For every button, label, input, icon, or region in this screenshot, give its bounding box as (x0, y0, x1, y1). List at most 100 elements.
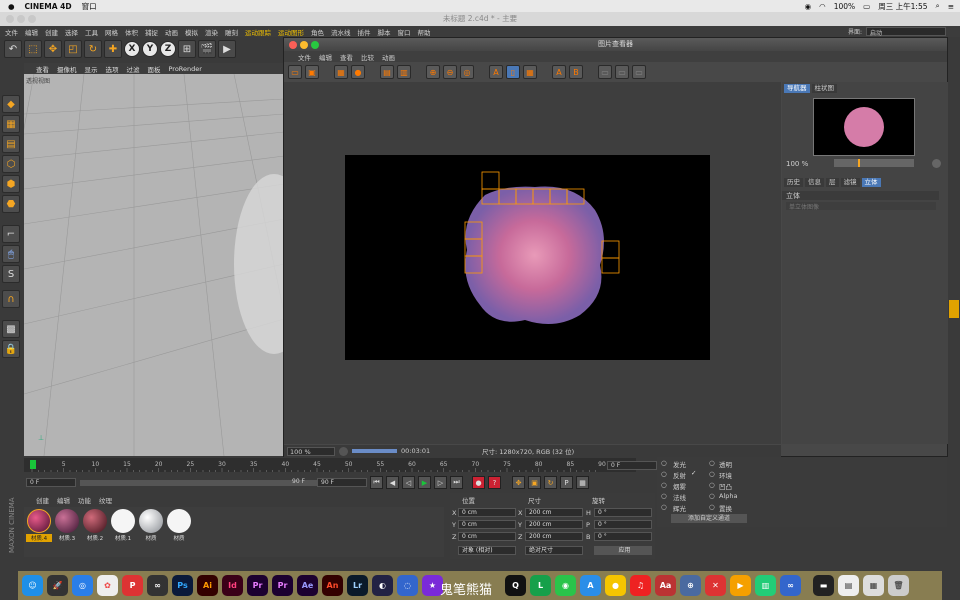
timeline-ruler[interactable]: 051015202530354045505560657075808590 (24, 458, 636, 472)
transform-icon[interactable]: ✚ (104, 40, 122, 58)
xmind-icon[interactable]: ✕ (705, 575, 726, 596)
navigator-zoom-slider[interactable] (834, 159, 914, 167)
zoom-in-icon[interactable]: ⊕ (426, 65, 440, 79)
key-move-icon[interactable]: ✥ (512, 476, 525, 489)
pv-menu-file[interactable]: 文件 (298, 52, 311, 62)
search-icon[interactable]: ⌕ (936, 1, 940, 11)
cinema4d-icon[interactable]: ◐ (372, 575, 393, 596)
material-item[interactable]: 材质.3 (54, 509, 80, 543)
render-view-icon[interactable]: 🎬 (198, 40, 216, 58)
baidu-icon[interactable]: ∞ (780, 575, 801, 596)
key-param-icon[interactable]: P (560, 476, 573, 489)
trash-icon[interactable]: 🗑 (888, 575, 909, 596)
zoom-out-icon[interactable]: ⊖ (443, 65, 457, 79)
wifi-icon[interactable]: ◠ (819, 2, 826, 11)
dictionary-icon[interactable]: Aa (655, 575, 676, 596)
tab-stereo[interactable]: 立体 (861, 178, 881, 187)
animate-icon[interactable]: An (322, 575, 343, 596)
play-icon[interactable]: ▶ (418, 476, 431, 489)
navigator-add-icon[interactable] (932, 159, 941, 168)
tab-history[interactable]: 历史 (784, 178, 803, 187)
set-b-icon[interactable]: B (569, 65, 583, 79)
y-axis-icon[interactable]: Y (142, 41, 158, 57)
menu-edit[interactable]: 编辑 (25, 27, 38, 37)
workplane-icon[interactable]: ▤ (2, 135, 20, 153)
key-pla-icon[interactable]: ▦ (576, 476, 589, 489)
menu-plugins[interactable]: 插件 (358, 27, 371, 37)
illustrator-icon[interactable]: Ai (197, 575, 218, 596)
menu-script[interactable]: 脚本 (378, 27, 391, 37)
menu-window[interactable]: 窗口 (398, 27, 411, 37)
menu-motion-tracker[interactable]: 运动跟踪 (245, 27, 271, 37)
sketch-icon[interactable]: ∞ (147, 575, 168, 596)
control-center-icon[interactable]: ≡ (948, 2, 954, 11)
pv-minimize-button[interactable] (300, 41, 308, 49)
pos-x-field[interactable]: 0 cm (458, 508, 516, 517)
appstore-icon[interactable]: A (580, 575, 601, 596)
preview-icon[interactable]: ▤ (838, 575, 859, 596)
view-menu-camera[interactable]: 摄像机 (57, 64, 77, 74)
channel-reflection[interactable]: 反射 (673, 470, 686, 480)
premiere2-icon[interactable]: Pr (272, 575, 293, 596)
layout-dropdown[interactable]: 启动 (866, 27, 946, 37)
fit-icon[interactable]: ◎ (460, 65, 474, 79)
pos-y-field[interactable]: 0 cm (458, 520, 516, 529)
apply-button[interactable]: 应用 (594, 546, 652, 555)
numbers-icon[interactable]: ▥ (755, 575, 776, 596)
coord-mode-dropdown[interactable]: 对象 (相对) (458, 546, 516, 555)
undo-icon[interactable]: ↶ (4, 40, 22, 58)
paste-icon[interactable]: ▥ (397, 65, 411, 79)
view-menu-filter[interactable]: 过滤 (127, 64, 140, 74)
key-scale-icon[interactable]: ▣ (528, 476, 541, 489)
downloads-icon[interactable]: ▦ (863, 575, 884, 596)
pv-zoom-button[interactable] (311, 41, 319, 49)
rot-h-field[interactable]: 0 ° (594, 508, 652, 517)
scale-icon[interactable]: ◰ (64, 40, 82, 58)
copy-icon[interactable]: ▤ (380, 65, 394, 79)
lightroom-icon[interactable]: Lr (347, 575, 368, 596)
menu-help[interactable]: 帮助 (418, 27, 431, 37)
world-coord-icon[interactable]: ⊞ (178, 40, 196, 58)
model-mode-icon[interactable]: ◆ (2, 95, 20, 113)
points-mode-icon[interactable]: ⬡ (2, 155, 20, 173)
mat-menu-texture[interactable]: 纹理 (99, 495, 112, 505)
pos-z-field[interactable]: 0 cm (458, 532, 516, 541)
bird-icon[interactable]: ● (605, 575, 626, 596)
channel-glow2[interactable]: 辉光 (673, 503, 686, 513)
menu-select[interactable]: 选择 (65, 27, 78, 37)
rot-p-field[interactable]: 0 ° (594, 520, 652, 529)
material-item[interactable]: 材质.4 (26, 509, 52, 543)
view-menu-view[interactable]: 查看 (36, 64, 49, 74)
check-icon[interactable]: ✓ (691, 469, 696, 477)
battery-icon[interactable]: ▭ (863, 2, 870, 11)
material-item[interactable]: 材质 (138, 509, 164, 543)
pv-canvas[interactable] (284, 82, 781, 444)
save-icon[interactable]: ▣ (305, 65, 319, 79)
navigator-thumbnail[interactable] (813, 98, 915, 156)
pv-menu-edit[interactable]: 编辑 (319, 52, 332, 62)
perspective-viewport[interactable]: 透视视图 ⊥ (24, 74, 284, 456)
channel-bump[interactable]: 凹凸 (719, 481, 732, 491)
open-icon[interactable]: ▭ (288, 65, 302, 79)
tab-layers[interactable]: 层 (826, 178, 839, 187)
current-frame-field[interactable]: 0 F (607, 461, 657, 470)
window-menu[interactable]: 窗口 (82, 1, 97, 12)
wechat-dock-icon[interactable]: ◉ (555, 575, 576, 596)
channel-displacement[interactable]: 置换 (719, 503, 732, 513)
tab-histogram[interactable]: 柱状图 (811, 84, 837, 93)
prev-frame-icon[interactable]: ◁ (402, 476, 415, 489)
mat-menu-create[interactable]: 创建 (36, 495, 49, 505)
clock-text[interactable]: 周三 上午1:55 (878, 1, 927, 12)
pv-play-icon[interactable] (339, 446, 348, 456)
pv-close-button[interactable] (289, 41, 297, 49)
start-frame-field[interactable]: 0 F (26, 478, 76, 487)
network-icon[interactable]: ⊕ (680, 575, 701, 596)
mat-menu-function[interactable]: 功能 (78, 495, 91, 505)
menu-snap[interactable]: 捕捉 (145, 27, 158, 37)
view-menu-prorender[interactable]: ProRender (169, 65, 202, 73)
menu-volume[interactable]: 体积 (125, 27, 138, 37)
grid-icon[interactable]: ▦ (523, 65, 537, 79)
premiere-icon[interactable]: Pr (247, 575, 268, 596)
pv-menu-view[interactable]: 查看 (340, 52, 353, 62)
render-icon[interactable]: ▦ (334, 65, 348, 79)
